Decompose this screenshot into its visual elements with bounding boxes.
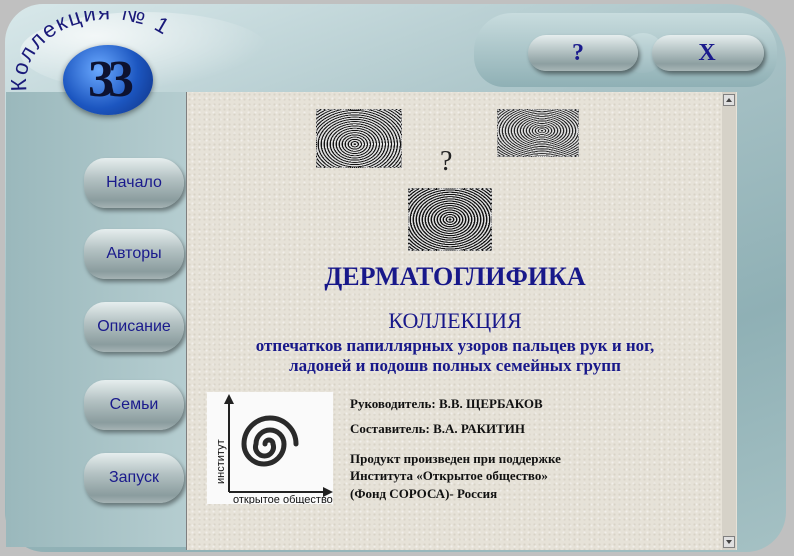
- fingerprint-image: [497, 109, 579, 157]
- vertical-scrollbar[interactable]: [722, 92, 736, 550]
- nav-button-families[interactable]: Семьи: [84, 380, 184, 430]
- scroll-down-button[interactable]: [723, 536, 735, 548]
- nav-button-label: Авторы: [106, 245, 162, 262]
- arrow-down-icon: [726, 540, 732, 544]
- support-text: Продукт произведен при поддержке: [350, 451, 561, 466]
- nav-button-authors[interactable]: Авторы: [84, 229, 184, 279]
- credit-compiler: Составитель: В.А. РАКИТИН: [350, 421, 526, 436]
- help-button[interactable]: ?: [528, 35, 638, 71]
- credit-leader: Руководитель: В.В. ЩЕРБАКОВ: [350, 396, 543, 411]
- page-title: ДЕРМАТОГЛИФИКА: [324, 262, 586, 291]
- description-line: ладоней и подошв полных семейных групп: [289, 356, 621, 375]
- support-text: (Фонд СОРОСА)- Россия: [350, 486, 498, 501]
- institute-vertical-text: институт: [215, 439, 227, 484]
- svg-text:Коллекция № 1: Коллекция № 1: [11, 11, 175, 92]
- nav-button-start[interactable]: Начало: [84, 158, 184, 208]
- institute-logo: институт открытое общество: [207, 392, 333, 506]
- close-button-label: X: [698, 40, 716, 66]
- nav-button-label: Семьи: [109, 396, 159, 413]
- page-subtitle: КОЛЛЕКЦИЯ: [388, 308, 522, 333]
- description-line: отпечатков папиллярных узоров пальцев ру…: [255, 336, 655, 355]
- nav-button-launch[interactable]: Запуск: [84, 453, 184, 503]
- help-button-label: ?: [572, 40, 584, 66]
- question-mark: ?: [440, 146, 453, 177]
- nav-button-description[interactable]: Описание: [84, 302, 184, 352]
- logo-ring-text: Коллекция № 1: [11, 11, 175, 92]
- fingerprint-image: [408, 188, 492, 251]
- support-text: Института «Открытое общество»: [350, 468, 548, 483]
- nav-button-label: Запуск: [108, 469, 160, 486]
- nav-button-label: Описание: [97, 318, 171, 335]
- nav-button-label: Начало: [106, 174, 162, 191]
- spiral-icon: институт открытое общество: [215, 394, 333, 506]
- fingerprint-image: [316, 109, 402, 168]
- institute-bottom-text: открытое общество: [233, 494, 333, 504]
- close-button[interactable]: X: [652, 35, 764, 71]
- collection-logo: 33 Коллекция № 1: [11, 11, 201, 121]
- arrow-up-icon: [726, 98, 732, 102]
- scroll-up-button[interactable]: [723, 94, 735, 106]
